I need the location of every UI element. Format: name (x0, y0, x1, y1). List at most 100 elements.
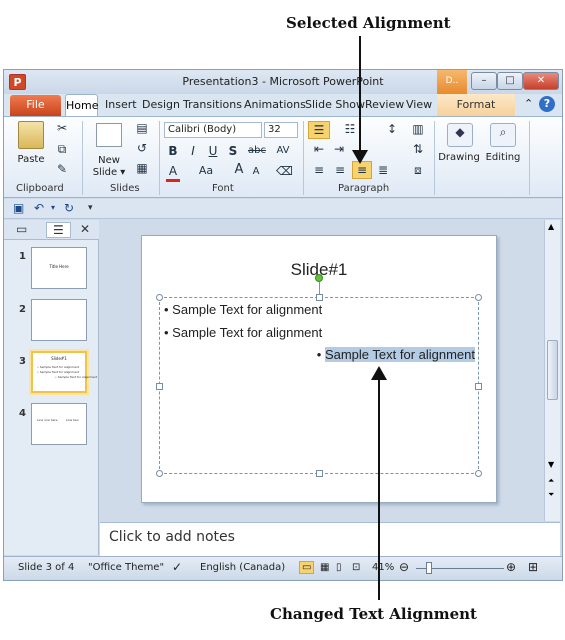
bullet-text[interactable]: Sample Text for alignment (172, 325, 322, 340)
language-indicator[interactable]: English (Canada) (200, 562, 285, 573)
resize-handle[interactable] (475, 383, 482, 390)
customize-qat-icon[interactable]: ▾ (88, 203, 93, 213)
scroll-up-icon[interactable]: ▲ (548, 222, 554, 231)
close-button[interactable]: ✕ (523, 72, 559, 90)
slide-sorter-icon[interactable]: ▦ (320, 562, 329, 573)
paste-button-label[interactable]: Paste (14, 154, 48, 165)
theme-name[interactable]: "Office Theme" (88, 562, 164, 573)
text-direction-icon[interactable]: ⇅ (408, 141, 428, 157)
increase-indent-icon[interactable]: ⇥ (330, 141, 348, 157)
notes-pane[interactable]: Click to add notes (100, 522, 560, 556)
outline-tab-icon[interactable]: ☰ (46, 222, 71, 238)
resize-handle[interactable] (316, 294, 323, 301)
shadow-icon[interactable]: S (226, 143, 240, 159)
new-slide-label-line1[interactable]: New (92, 155, 126, 166)
paste-icon[interactable] (18, 121, 44, 149)
help-icon[interactable]: ? (539, 96, 555, 112)
save-icon[interactable]: ▣ (13, 201, 24, 215)
slide-canvas[interactable]: Slide#1 • Sample Text for alignment • Sa… (141, 235, 497, 503)
zoom-level[interactable]: 41% (372, 562, 394, 573)
previous-slide-icon[interactable]: ⏶ (548, 476, 554, 486)
tab-file[interactable]: File (10, 95, 61, 116)
bold-icon[interactable]: B (166, 143, 180, 159)
section-icon[interactable]: ▦ (132, 160, 152, 176)
rotation-handle[interactable] (315, 274, 323, 282)
scroll-thumb[interactable] (547, 340, 558, 400)
clear-formatting-icon[interactable]: ⌫ (276, 163, 293, 179)
font-color-icon[interactable]: A (166, 163, 180, 182)
numbering-icon[interactable]: ☷ (340, 121, 360, 137)
vertical-scrollbar[interactable]: ▲ ▼ ⏶ ⏷ (544, 220, 560, 521)
slide-thumbnail[interactable]: Title Here (31, 247, 87, 289)
character-spacing-icon[interactable]: AV (272, 143, 294, 159)
new-slide-label-line2[interactable]: Slide ▾ (90, 167, 128, 178)
tab-slide-show[interactable]: Slide Show (305, 98, 365, 111)
resize-handle[interactable] (316, 470, 323, 477)
layout-icon[interactable]: ▤ (132, 120, 152, 136)
drawing-shapes-icon[interactable]: ◆ (447, 123, 473, 147)
bullet-line-right-aligned[interactable]: • Sample Text for alignment (317, 347, 475, 362)
format-painter-icon[interactable]: ✎ (54, 161, 70, 177)
editing-find-icon[interactable]: ⌕ (490, 123, 516, 147)
tab-view[interactable]: View (406, 98, 432, 111)
italic-icon[interactable]: I (186, 143, 200, 159)
maximize-button[interactable]: □ (497, 72, 523, 90)
minimize-ribbon-icon[interactable]: ⌃ (524, 97, 533, 110)
next-slide-icon[interactable]: ⏷ (548, 490, 554, 500)
bullet-line-left-2[interactable]: • Sample Text for alignment (164, 325, 322, 340)
zoom-slider-thumb[interactable] (426, 562, 432, 574)
tab-animations[interactable]: Animations (244, 98, 306, 111)
bullet-line-left-1[interactable]: • Sample Text for alignment (164, 302, 322, 317)
slides-tab-icon[interactable]: ▭ (16, 222, 27, 236)
scroll-down-icon[interactable]: ▼ (548, 460, 554, 469)
strikethrough-icon[interactable]: abc (246, 143, 268, 159)
content-placeholder[interactable]: • Sample Text for alignment • Sample Tex… (156, 294, 482, 477)
fit-to-window-icon[interactable]: ⊞ (528, 560, 538, 574)
reset-icon[interactable]: ↺ (132, 140, 152, 156)
grow-font-icon[interactable]: A (232, 162, 246, 178)
resize-handle[interactable] (156, 294, 163, 301)
selected-bullet-text[interactable]: Sample Text for alignment (324, 347, 475, 362)
underline-icon[interactable]: U (206, 143, 220, 159)
cut-icon[interactable]: ✂ (54, 120, 70, 136)
undo-dropdown-icon[interactable]: ▾ (51, 203, 55, 212)
bullet-text[interactable]: Sample Text for alignment (172, 302, 322, 317)
slide-thumbnail[interactable]: Line one here Line two (31, 403, 87, 445)
slide-thumbnail[interactable] (31, 299, 87, 341)
columns-icon[interactable]: ▥ (408, 121, 428, 137)
tab-review[interactable]: Review (365, 98, 404, 111)
drawing-button[interactable]: Drawing (436, 152, 482, 163)
editing-button[interactable]: Editing (480, 152, 526, 163)
change-case-icon[interactable]: Aa (196, 163, 216, 179)
close-pane-icon[interactable]: ✕ (80, 222, 90, 236)
tab-transitions[interactable]: Transitions (183, 98, 242, 111)
resize-handle[interactable] (475, 294, 482, 301)
new-slide-icon[interactable] (96, 123, 122, 147)
zoom-in-icon[interactable]: ⊕ (506, 560, 516, 574)
tab-insert[interactable]: Insert (105, 98, 137, 111)
decrease-indent-icon[interactable]: ⇤ (310, 141, 328, 157)
smartart-icon[interactable]: ⧈ (408, 162, 428, 178)
justify-icon[interactable]: ≣ (374, 162, 392, 178)
font-size-box[interactable]: 32 (264, 122, 298, 138)
tab-design[interactable]: Design (142, 98, 180, 111)
resize-handle[interactable] (156, 383, 163, 390)
minimize-button[interactable]: – (471, 72, 497, 90)
tab-format[interactable]: Format (437, 94, 515, 116)
zoom-out-icon[interactable]: ⊖ (399, 560, 409, 574)
spelling-check-icon[interactable]: ✓ (172, 560, 182, 574)
reading-view-icon[interactable]: ▯ (336, 562, 342, 573)
tab-home[interactable]: Home (65, 94, 98, 117)
bullets-icon[interactable]: ☰ (308, 121, 330, 139)
slide-thumbnail-selected[interactable]: Slide#1 • Sample Text for alignment • Sa… (31, 351, 97, 393)
resize-handle[interactable] (156, 470, 163, 477)
normal-view-icon[interactable]: ▭ (299, 561, 315, 574)
shrink-font-icon[interactable]: A (250, 164, 262, 180)
align-left-icon[interactable]: ≡ (310, 162, 328, 178)
line-spacing-icon[interactable]: ↕ (382, 121, 402, 137)
align-center-icon[interactable]: ≡ (331, 162, 349, 178)
copy-icon[interactable]: ⧉ (54, 141, 70, 157)
font-name-box[interactable]: Calibri (Body) (164, 122, 262, 138)
resize-handle[interactable] (475, 470, 482, 477)
redo-icon[interactable]: ↻ (64, 201, 74, 215)
